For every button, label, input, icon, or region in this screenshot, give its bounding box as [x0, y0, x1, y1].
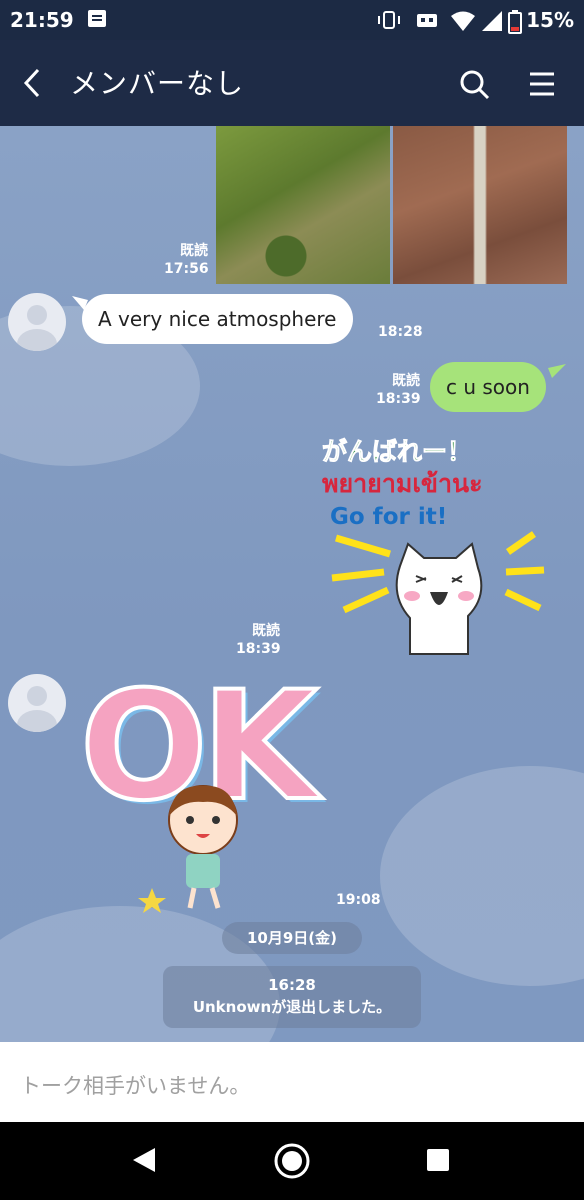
- girl-illustration: [138, 785, 238, 913]
- avatar[interactable]: [8, 674, 66, 732]
- read-receipt: 既読 18:39: [376, 372, 421, 408]
- back-nav-icon[interactable]: [131, 1146, 159, 1174]
- battery-percent: 15%: [526, 8, 574, 32]
- system-navigation-bar: [0, 1122, 584, 1200]
- photo-read-receipt: 既読 17:56: [164, 242, 209, 278]
- message-time: 19:08: [336, 892, 381, 908]
- chat-area[interactable]: 既読 17:56 A very nice atmosphere 18:28 既読…: [0, 126, 584, 1042]
- back-arrow-icon[interactable]: [18, 66, 46, 100]
- recents-nav-icon[interactable]: [426, 1148, 450, 1172]
- read-receipt: 既読 18:39: [236, 622, 281, 658]
- incoming-message[interactable]: A very nice atmosphere: [82, 294, 353, 344]
- chat-title: メンバーなし: [70, 67, 245, 100]
- message-time: 17:56: [164, 261, 209, 277]
- notice-text: Unknownが退出しました。: [192, 998, 392, 1016]
- read-label: 既読: [392, 373, 420, 389]
- date-separator: 10月9日(金): [222, 922, 362, 954]
- sticker-text: がんばれー！: [321, 437, 473, 467]
- sticker-ok[interactable]: OK: [78, 658, 328, 918]
- vibrate-icon: [378, 11, 400, 29]
- read-label: 既読: [180, 243, 208, 259]
- avatar[interactable]: [8, 293, 66, 351]
- message-input-bar: トーク相手がいません。: [0, 1042, 584, 1122]
- photo-forest[interactable]: [216, 126, 390, 284]
- outgoing-message[interactable]: c u soon: [430, 362, 546, 412]
- app-icon: [417, 14, 437, 27]
- message-time: 18:28: [378, 324, 423, 340]
- cat-illustration: [331, 531, 545, 655]
- message-input[interactable]: トーク相手がいません。: [20, 1070, 250, 1100]
- sticker-go-for-it[interactable]: がんばれー！ พยายามเข้านะ Go for it!: [318, 426, 548, 656]
- wifi-icon: [451, 11, 475, 31]
- read-label: 既読: [252, 623, 280, 639]
- status-time: 21:59: [10, 8, 74, 32]
- notice-time: 16:28: [268, 976, 316, 994]
- message-time: 18:39: [376, 391, 421, 407]
- notification-icon: [88, 10, 106, 27]
- system-notice: 16:28 Unknownが退出しました。: [163, 966, 421, 1028]
- message-time: 18:39: [236, 641, 281, 657]
- home-nav-icon[interactable]: [273, 1142, 311, 1180]
- photo-waterfall[interactable]: [393, 126, 567, 284]
- battery-icon: [508, 10, 522, 34]
- chat-header: メンバーなし: [0, 40, 584, 126]
- status-bar: 21:59 15%: [0, 0, 584, 40]
- menu-icon[interactable]: [528, 70, 556, 98]
- bubble-tail: [548, 364, 566, 378]
- signal-icon: [482, 11, 502, 31]
- search-icon[interactable]: [458, 68, 490, 100]
- cloud: [380, 766, 584, 986]
- sticker-text: พยายามเข้านะ: [322, 469, 483, 498]
